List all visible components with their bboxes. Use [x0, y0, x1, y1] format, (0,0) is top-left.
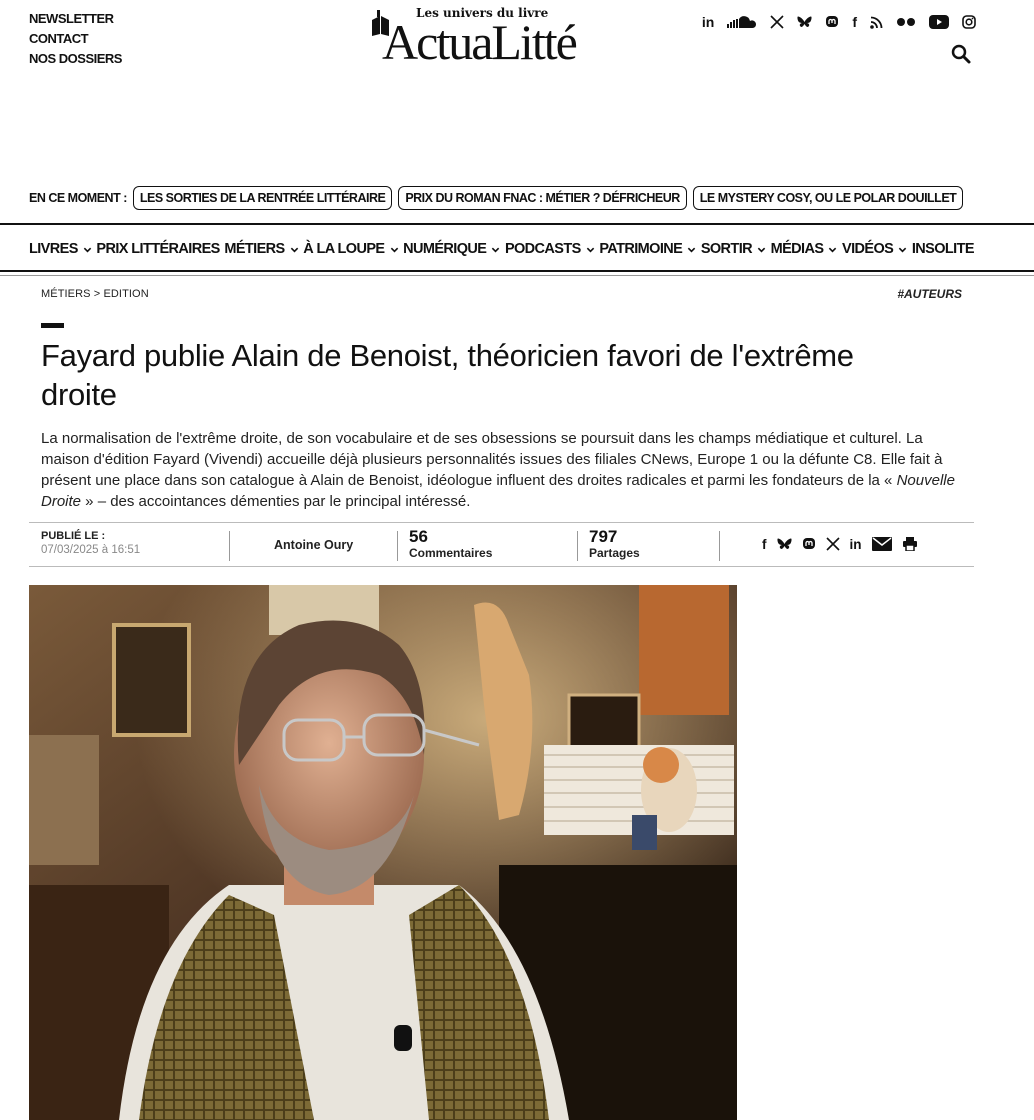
portrait-photo — [29, 585, 737, 1120]
meta-divider — [577, 531, 578, 561]
nav-item-metiers[interactable]: MÉTIERS — [224, 241, 298, 257]
mastodon-share-icon[interactable] — [802, 535, 816, 553]
nav-item-label: NUMÉRIQUE — [403, 241, 487, 257]
shares-stat: 797 Partages — [589, 527, 640, 561]
x-share-icon[interactable] — [825, 535, 840, 553]
published-info: PUBLIÉ LE : 07/03/2025 à 16:51 — [41, 530, 140, 556]
article-meta-bar: PUBLIÉ LE : 07/03/2025 à 16:51 Antoine O… — [29, 522, 974, 567]
facebook-share-icon[interactable]: f — [762, 535, 767, 553]
nav-item-label: PRIX LITTÉRAIRES — [96, 241, 220, 257]
lede-text: La normalisation de l'extrême droite, de… — [41, 430, 943, 489]
nav-item-label: MÉDIAS — [770, 241, 824, 257]
facebook-icon[interactable]: f — [852, 13, 857, 31]
dossiers-link[interactable]: NOS DOSSIERS — [29, 49, 122, 69]
breadcrumb-separator: > — [93, 288, 101, 300]
nav-divider — [0, 223, 1034, 225]
author-name[interactable]: Antoine Oury — [274, 538, 353, 552]
breadcrumb-section[interactable]: MÉTIERS — [41, 288, 91, 300]
lede-text: » – des accointances démenties par le pr… — [81, 493, 471, 510]
nav-item-label: INSOLITE — [911, 241, 975, 257]
nav-item-label: LIVRES — [29, 241, 78, 257]
article-title: Fayard publie Alain de Benoist, théorici… — [41, 338, 854, 412]
rss-icon[interactable] — [870, 13, 883, 31]
nav-item-insolite[interactable]: INSOLITE — [911, 241, 975, 257]
chevron-down-icon — [390, 247, 398, 252]
nav-item-label: MÉTIERS — [224, 241, 285, 257]
meta-divider — [719, 531, 720, 561]
trending-label: EN CE MOMENT : — [29, 191, 127, 205]
meta-divider — [229, 531, 230, 561]
title-accent-bar — [41, 323, 64, 328]
share-buttons: f in — [762, 535, 918, 553]
email-share-icon[interactable] — [871, 535, 892, 553]
linkedin-share-icon[interactable]: in — [850, 535, 862, 553]
nav-item-numerique[interactable]: NUMÉRIQUE — [403, 241, 500, 257]
chevron-down-icon — [83, 247, 92, 252]
article-lede: La normalisation de l'extrême droite, de… — [41, 428, 971, 512]
logo-wordmark: ActuaLitté — [382, 14, 578, 70]
chevron-down-icon — [757, 247, 766, 252]
nav-item-videos[interactable]: VIDÉOS — [842, 241, 907, 257]
newsletter-link[interactable]: NEWSLETTER — [29, 9, 122, 29]
shares-count: 797 — [589, 527, 618, 546]
bluesky-icon[interactable] — [797, 13, 812, 31]
site-logo[interactable]: Les univers du livre ActuaLitté — [368, 6, 636, 70]
chevron-down-icon — [290, 247, 298, 252]
top-links: NEWSLETTER CONTACT NOS DOSSIERS — [29, 9, 122, 69]
nav-item-loupe[interactable]: À LA LOUPE — [303, 241, 398, 257]
chevron-down-icon — [898, 247, 907, 252]
breadcrumb: MÉTIERS > EDITION — [41, 288, 149, 300]
meta-divider — [397, 531, 398, 561]
print-icon[interactable] — [902, 535, 918, 553]
trending-pill[interactable]: LE MYSTERY COSY, OU LE POLAR DOUILLET — [692, 186, 964, 210]
nav-item-medias[interactable]: MÉDIAS — [771, 241, 838, 257]
x-icon[interactable] — [770, 13, 784, 31]
comments-count: 56 — [409, 527, 428, 546]
nav-item-label: VIDÉOS — [842, 241, 894, 257]
chevron-down-icon — [687, 247, 696, 252]
trending-bar: EN CE MOMENT : LES SORTIES DE LA RENTRÉE… — [29, 186, 964, 210]
instagram-icon[interactable] — [962, 13, 976, 31]
soundcloud-icon[interactable] — [727, 13, 757, 31]
social-links: in f — [702, 13, 976, 31]
search-icon[interactable] — [950, 43, 972, 65]
chevron-down-icon — [586, 247, 594, 252]
nav-item-patrimoine[interactable]: PATRIMOINE — [599, 241, 696, 257]
nav-divider — [0, 275, 1034, 276]
chevron-down-icon — [829, 247, 837, 252]
nav-item-sortir[interactable]: SORTIR — [701, 241, 766, 257]
nav-item-prix[interactable]: PRIX LITTÉRAIRES — [96, 241, 220, 257]
nav-item-label: SORTIR — [700, 241, 753, 257]
breadcrumb-subsection[interactable]: EDITION — [103, 288, 148, 300]
linkedin-icon[interactable]: in — [702, 13, 714, 31]
bluesky-share-icon[interactable] — [776, 535, 792, 553]
chevron-down-icon — [492, 247, 500, 252]
trending-pill[interactable]: PRIX DU ROMAN FNAC : MÉTIER ? DÉFRICHEUR — [398, 186, 687, 210]
nav-item-podcasts[interactable]: PODCASTS — [505, 241, 595, 257]
article-hero-image — [29, 585, 737, 1120]
nav-item-label: PODCASTS — [504, 241, 581, 257]
nav-item-label: À LA LOUPE — [303, 241, 385, 257]
main-nav: LIVRES PRIX LITTÉRAIRES MÉTIERS À LA LOU… — [29, 235, 975, 263]
mastodon-icon[interactable] — [825, 13, 839, 31]
nav-item-label: PATRIMOINE — [599, 241, 683, 257]
nav-divider — [0, 270, 1034, 272]
trending-pill[interactable]: LES SORTIES DE LA RENTRÉE LITTÉRAIRE — [132, 186, 393, 210]
published-label: PUBLIÉ LE : — [41, 530, 106, 542]
comments-label: Commentaires — [409, 546, 493, 560]
flickr-icon[interactable] — [896, 13, 916, 31]
comments-stat[interactable]: 56 Commentaires — [409, 527, 493, 561]
tag-link[interactable]: #AUTEURS — [897, 287, 962, 301]
nav-item-livres[interactable]: LIVRES — [29, 241, 92, 257]
shares-label: Partages — [589, 546, 640, 560]
youtube-icon[interactable] — [929, 13, 949, 31]
contact-link[interactable]: CONTACT — [29, 29, 122, 49]
published-date: 07/03/2025 à 16:51 — [41, 544, 141, 556]
